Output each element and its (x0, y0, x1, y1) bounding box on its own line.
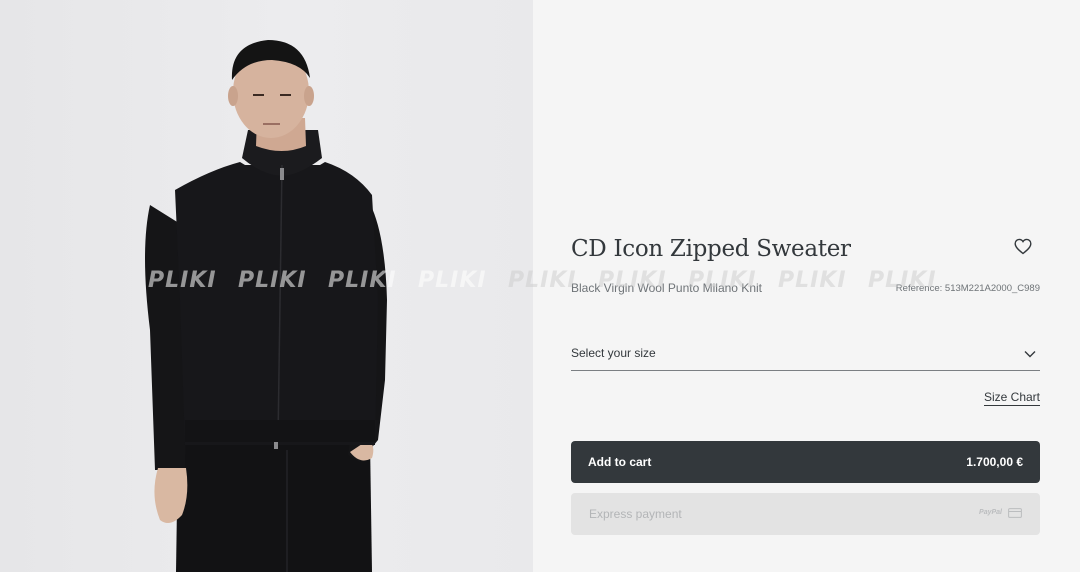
price: 1.700,00 € (966, 455, 1023, 469)
product-reference: Reference: 513M221A2000_C989 (895, 283, 1040, 294)
size-chart-link[interactable]: Size Chart (983, 390, 1040, 406)
product-title: CD Icon Zipped Sweater (571, 236, 851, 262)
add-to-cart-button[interactable]: Add to cart 1.700,00 € (571, 441, 1040, 483)
product-image[interactable] (0, 0, 533, 572)
size-select-label: Select your size (571, 346, 656, 360)
paypal-logo: PayPal (979, 509, 1002, 516)
product-subtitle: Black Virgin Wool Punto Milano Knit (571, 281, 762, 295)
chevron-down-icon (1024, 351, 1036, 358)
size-select[interactable]: Select your size (571, 334, 1040, 371)
add-to-cart-label: Add to cart (588, 455, 652, 469)
express-payment-label: Express payment (589, 507, 682, 521)
heart-icon[interactable] (1014, 238, 1032, 255)
credit-card-icon (1008, 508, 1022, 518)
product-panel: CD Icon Zipped Sweater Black Virgin Wool… (533, 0, 1080, 572)
express-payment-button[interactable]: Express payment PayPal (571, 493, 1040, 535)
model-illustration (145, 40, 387, 572)
